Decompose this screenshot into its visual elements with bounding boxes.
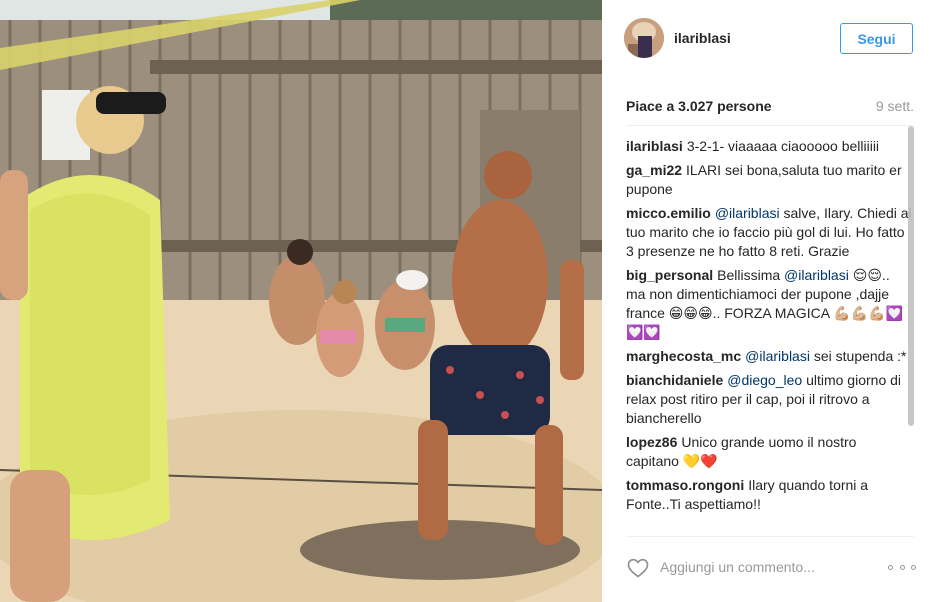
comment-author[interactable]: marghecosta_mc xyxy=(626,348,741,364)
comment-mention[interactable]: @ilariblasi xyxy=(745,348,810,364)
dot-icon xyxy=(888,564,893,570)
comments-scrollbar[interactable] xyxy=(906,126,914,536)
comments-list: ilariblasi 3-2-1- viaaaaa ciaooooo bellii… xyxy=(626,137,912,531)
beach-volleyball-photo xyxy=(0,0,602,602)
comment-item: ga_mi22 ILARI sei bona,saluta tuo marito … xyxy=(626,161,912,199)
comment-author[interactable]: ga_mi22 xyxy=(626,162,682,178)
comment-author[interactable]: ilariblasi xyxy=(626,138,683,154)
comment-mention[interactable]: @ilariblasi xyxy=(784,267,849,283)
post-header: ilariblasi Segui xyxy=(602,0,938,80)
comment-item: ilariblasi 3-2-1- viaaaaa ciaooooo bellii… xyxy=(626,137,912,156)
comment-item: lopez86 Unico grande uomo il nostro capit… xyxy=(626,433,912,471)
comment-author[interactable]: big_personal xyxy=(626,267,713,283)
comment-item: micco.emilio @ilariblasi salve, Ilary. Ch… xyxy=(626,204,912,261)
comment-text: sei stupenda :* xyxy=(809,348,907,364)
comment-input[interactable] xyxy=(660,554,880,580)
post-timestamp[interactable]: 9 sett. xyxy=(876,98,914,114)
comment-author[interactable]: lopez86 xyxy=(626,434,677,450)
comment-text: 3-2-1- viaaaaa ciaooooo belliiiii xyxy=(686,138,880,154)
heart-icon[interactable] xyxy=(626,556,650,580)
comment-mention[interactable]: @diego_leo xyxy=(727,372,802,388)
avatar[interactable] xyxy=(624,18,664,58)
follow-button[interactable]: Segui xyxy=(840,23,913,54)
more-options-icon[interactable] xyxy=(888,557,916,577)
comment-item: big_personal Bellissima @ilariblasi 😌😌.. … xyxy=(626,266,912,342)
likes-row: Piace a 3.027 persone 9 sett. xyxy=(626,98,914,118)
post-photo[interactable] xyxy=(0,0,602,602)
post-footer xyxy=(602,537,938,602)
comment-item: tommaso.rongoni Ilary quando torni a Font… xyxy=(626,476,912,514)
comment-author[interactable]: bianchidaniele xyxy=(626,372,723,388)
comment-item: marghecosta_mc @ilariblasi sei stupenda :… xyxy=(626,347,912,366)
comment-mention[interactable]: @ilariblasi xyxy=(715,205,780,221)
comment-author[interactable]: micco.emilio xyxy=(626,205,711,221)
comment-item: bianchidaniele @diego_leo ultimo giorno d… xyxy=(626,371,912,428)
divider xyxy=(626,125,914,126)
post-details-panel: ilariblasi Segui Piace a 3.027 persone 9… xyxy=(602,0,938,602)
comment-text: Bellissima xyxy=(717,267,785,283)
comment-author[interactable]: tommaso.rongoni xyxy=(626,477,744,493)
username[interactable]: ilariblasi xyxy=(674,30,731,46)
dot-icon xyxy=(899,564,905,570)
dot-icon xyxy=(911,564,916,570)
scrollbar-thumb[interactable] xyxy=(908,126,914,426)
likes-count[interactable]: Piace a 3.027 persone xyxy=(626,98,772,114)
avatar-image xyxy=(624,18,664,58)
